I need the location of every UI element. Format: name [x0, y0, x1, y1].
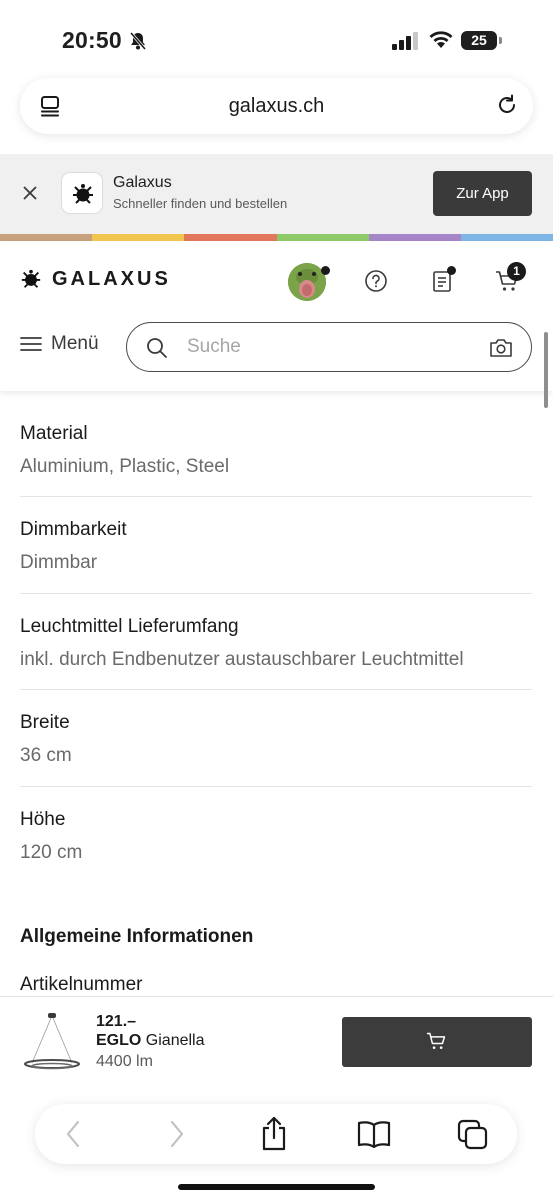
product-price: 121.–	[96, 1013, 137, 1030]
spec-label: Material	[20, 423, 88, 444]
stripe-segment	[92, 234, 185, 241]
status-bar: 20:50 25	[0, 0, 553, 80]
spec-label: Leuchtmittel Lieferumfang	[20, 616, 239, 637]
browser-toolbar	[35, 1104, 517, 1164]
app-icon	[61, 172, 103, 214]
spec-row: Leuchtmittel Lieferumfang inkl. durch En…	[20, 616, 532, 690]
stripe-segment	[368, 234, 461, 241]
section-title: Allgemeine Informationen	[20, 926, 254, 947]
banner-title: Galaxus	[113, 174, 172, 191]
forward-icon[interactable]	[165, 1119, 187, 1149]
product-thumbnail[interactable]	[20, 1011, 84, 1075]
menu-button[interactable]: Menü	[20, 333, 99, 355]
banner-subtitle: Schneller finden und bestellen	[113, 196, 288, 211]
brand-name: GALAXUS	[52, 267, 171, 290]
battery-cap	[499, 37, 502, 44]
galaxus-logo-icon	[21, 269, 41, 288]
spec-label: Höhe	[20, 809, 66, 830]
signal-icon	[392, 32, 418, 50]
bookmarks-icon[interactable]	[357, 1119, 391, 1149]
stripe-segment	[460, 234, 553, 241]
spec-value: 120 cm	[20, 842, 83, 863]
sticky-product-bar: 121.– EGLO Gianella 4400 lm	[0, 996, 553, 1088]
spec-label: Artikelnummer	[20, 974, 143, 995]
notification-dot	[321, 266, 330, 275]
close-icon[interactable]	[20, 183, 40, 203]
tabs-icon[interactable]	[457, 1119, 489, 1151]
battery-icon: 25	[461, 31, 497, 50]
url-text[interactable]: galaxus.ch	[20, 95, 533, 118]
product-name: EGLO Gianella	[96, 1032, 205, 1050]
spec-row: Dimmbarkeit Dimmbar	[20, 519, 532, 594]
site-header: GALAXUS 1 Menü	[0, 241, 553, 391]
product-brand: EGLO	[96, 1032, 142, 1049]
home-indicator	[178, 1184, 375, 1190]
stripe-segment	[184, 234, 277, 241]
cart-icon	[427, 1032, 446, 1049]
battery-level: 25	[471, 32, 487, 48]
spec-value: inkl. durch Endbenutzer austauschbarer L…	[20, 649, 464, 670]
notification-dot	[447, 266, 456, 275]
spec-value: Dimmbar	[20, 552, 98, 573]
spec-label: Dimmbarkeit	[20, 519, 127, 540]
search-icon	[147, 338, 167, 358]
spec-row: Höhe 120 cm	[20, 809, 532, 869]
search-bar[interactable]	[126, 322, 532, 372]
stripe-segment	[276, 234, 369, 241]
status-time: 20:50	[62, 27, 122, 53]
spec-row: Breite 36 cm	[20, 712, 532, 787]
open-app-button[interactable]: Zur App	[433, 171, 532, 216]
search-input[interactable]	[187, 335, 467, 359]
wifi-icon	[429, 31, 453, 48]
app-banner: Galaxus Schneller finden und bestellen Z…	[0, 154, 553, 234]
back-icon[interactable]	[63, 1119, 85, 1149]
spec-value: 36 cm	[20, 745, 72, 766]
brand-color-stripe	[0, 234, 553, 241]
share-icon[interactable]	[260, 1116, 288, 1152]
spec-row: Material Aluminium, Plastic, Steel	[20, 423, 532, 497]
stripe-segment	[0, 234, 93, 241]
cart-count-badge: 1	[507, 262, 526, 281]
help-icon[interactable]	[364, 269, 388, 293]
galaxus-logo-icon	[73, 184, 93, 204]
url-bar[interactable]: galaxus.ch	[20, 78, 533, 134]
product-lumen: 4400 lm	[96, 1053, 153, 1070]
reload-icon[interactable]	[495, 93, 519, 117]
product-model: Gianella	[145, 1032, 205, 1049]
hamburger-icon	[20, 337, 42, 351]
camera-icon[interactable]	[489, 337, 513, 359]
menu-label: Menü	[51, 333, 99, 354]
galaxus-home-link[interactable]: GALAXUS	[20, 267, 171, 291]
page-scrollbar[interactable]	[544, 332, 548, 408]
spec-value: Aluminium, Plastic, Steel	[20, 456, 230, 477]
add-to-cart-button[interactable]	[342, 1017, 532, 1067]
spec-label: Breite	[20, 712, 70, 733]
bell-off-icon	[129, 32, 147, 50]
